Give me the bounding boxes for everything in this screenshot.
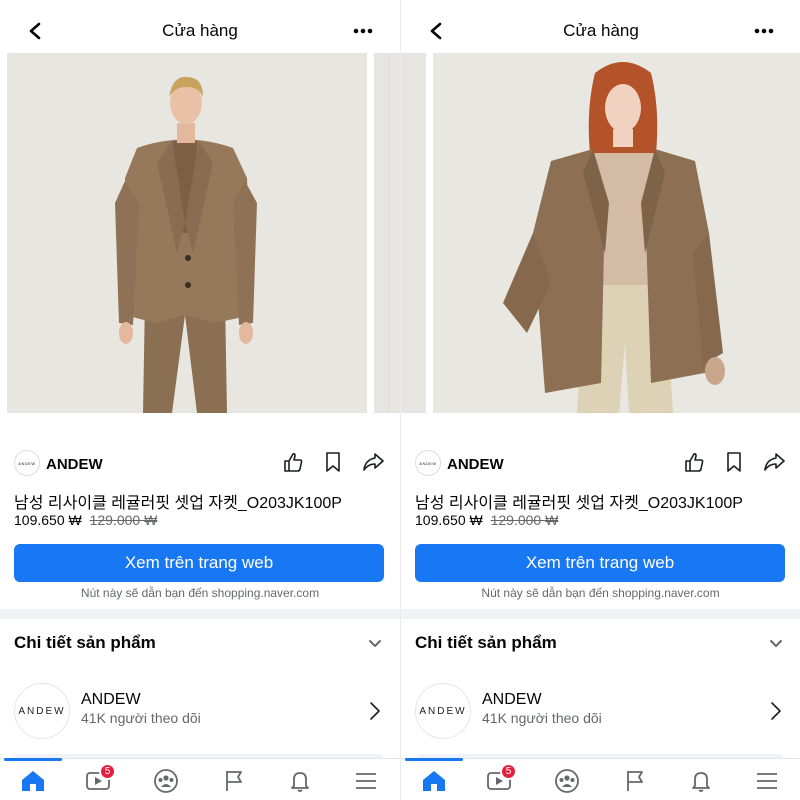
more-dots-icon [754,28,774,34]
share-button[interactable] [761,450,787,474]
more-dots-icon [353,28,373,34]
nav-pages[interactable] [619,767,651,795]
more-button[interactable] [350,22,376,40]
active-tab-indicator [4,758,62,761]
bottom-nav: 5 [0,758,400,800]
chevron-down-icon [770,640,782,647]
top-bar: Cửa hàng [0,0,400,52]
seller-name: ANDEW [482,691,542,708]
groups-icon [154,769,178,793]
product-details-title: Chi tiết sản phẩm [415,633,557,652]
flag-icon [226,771,242,791]
view-on-website-button[interactable]: Xem trên trang web [14,544,384,582]
chevron-right-icon [771,702,781,720]
chevron-down-icon [369,640,381,647]
nav-groups[interactable] [551,767,583,795]
brand-name[interactable]: ANDEW [46,456,103,473]
product-image-carousel[interactable] [401,53,800,413]
current-price: 109.650 ₩ [14,512,82,528]
page-title: Cửa hàng [563,21,639,40]
brand-name[interactable]: ANDEW [447,456,504,473]
flag-icon [627,771,643,791]
like-button[interactable] [681,450,707,474]
like-button[interactable] [280,450,306,474]
website-note: Nút này sẽ dẫn bạn đến shopping.naver.co… [481,586,720,600]
thumbs-up-icon [685,452,704,472]
product-details-toggle[interactable]: Chi tiết sản phẩm [14,633,386,655]
section-divider [401,609,800,619]
nav-menu[interactable] [350,767,382,795]
chevron-right-icon [370,702,380,720]
model-photo-woman [433,53,800,413]
product-image-carousel[interactable] [7,53,400,413]
product-title: 남성 리사이클 레귤러핏 셋업 자켓_O203JK100P [14,495,342,512]
seller-avatar: ANDEW [415,683,471,739]
nav-groups[interactable] [150,767,182,795]
price-row: 109.650 ₩ 129.000 ₩ [415,512,558,528]
nav-home[interactable] [418,767,450,795]
brand-row: ANDEW ANDEW [415,450,787,478]
previous-photo-preview[interactable] [401,53,426,413]
product-details-toggle[interactable]: Chi tiết sản phẩm [415,633,787,655]
product-photo-man[interactable] [7,53,367,413]
bell-icon [291,772,309,792]
save-button[interactable] [320,450,346,474]
next-photo-preview[interactable] [374,53,400,413]
product-photo-woman[interactable] [433,53,800,413]
groups-icon [555,769,579,793]
home-icon [423,771,445,791]
seller-followers: 41K người theo dõi [81,710,201,726]
product-details-title: Chi tiết sản phẩm [14,633,156,652]
product-panel-1: Cửa hàng ANDEW ANDEW 남성 리사이클 레귤러핏 셋업 자켓_… [0,0,400,800]
nav-home[interactable] [17,767,49,795]
share-button[interactable] [360,450,386,474]
brand-row: ANDEW ANDEW [14,450,386,478]
share-icon [764,453,785,471]
video-badge: 5 [99,763,116,780]
share-icon [363,453,384,471]
seller-name: ANDEW [81,691,141,708]
original-price: 129.000 ₩ [89,512,158,528]
nav-notifications[interactable] [284,767,316,795]
bell-icon [692,772,710,792]
top-bar: Cửa hàng [401,0,800,52]
brand-avatar[interactable]: ANDEW [415,450,441,476]
menu-icon [757,773,777,789]
current-price: 109.650 ₩ [415,512,483,528]
video-badge: 5 [500,763,517,780]
section-divider [0,609,400,619]
more-button[interactable] [751,22,777,40]
model-photo-man [7,53,367,413]
save-button[interactable] [721,450,747,474]
website-note: Nút này sẽ dẫn bạn đến shopping.naver.co… [80,586,320,600]
nav-video[interactable]: 5 [483,763,517,795]
menu-icon [356,773,376,789]
view-on-website-button[interactable]: Xem trên trang web [415,544,785,582]
seller-page-row[interactable]: ANDEW ANDEW 41K người theo dõi [14,683,386,741]
next-photo-edge [374,53,400,413]
seller-page-row[interactable]: ANDEW ANDEW 41K người theo dõi [415,683,787,741]
active-tab-indicator [405,758,463,761]
nav-pages[interactable] [218,767,250,795]
price-row: 109.650 ₩ 129.000 ₩ [14,512,157,528]
home-icon [22,771,44,791]
nav-menu[interactable] [751,767,783,795]
seller-avatar: ANDEW [14,683,70,739]
thumbs-up-icon [284,452,303,472]
original-price: 129.000 ₩ [490,512,559,528]
nav-notifications[interactable] [685,767,717,795]
nav-video[interactable]: 5 [82,763,116,795]
page-title: Cửa hàng [162,21,238,40]
bookmark-icon [326,452,340,472]
seller-followers: 41K người theo dõi [482,710,602,726]
product-panel-2: Cửa hàng ANDEW ANDEW 남성 리사이클 레귤러핏 셋업 자켓_… [400,0,800,800]
bookmark-icon [727,452,741,472]
product-title: 남성 리사이클 레귤러핏 셋업 자켓_O203JK100P [415,495,743,512]
brand-avatar[interactable]: ANDEW [14,450,40,476]
previous-photo-edge [401,53,426,413]
bottom-nav: 5 [401,758,800,800]
